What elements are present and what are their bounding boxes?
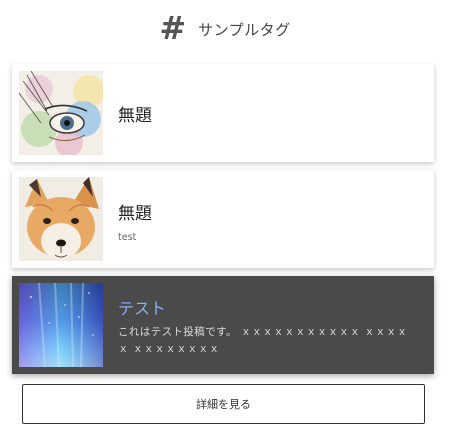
post-thumbnail bbox=[19, 177, 103, 261]
post-title: 無題 bbox=[118, 204, 152, 224]
post-title: 無題 bbox=[118, 106, 152, 126]
post-card[interactable]: 無題 test bbox=[12, 170, 434, 268]
post-description: test bbox=[118, 232, 137, 243]
view-details-button[interactable]: 詳細を見る bbox=[22, 384, 425, 424]
post-title: テスト bbox=[118, 299, 167, 318]
post-thumbnail bbox=[19, 283, 103, 367]
post-card[interactable]: 無題 bbox=[12, 64, 434, 162]
hash-icon: # bbox=[159, 9, 187, 47]
post-description: これはテスト投稿です。 ｘｘｘｘｘｘｘｘｘｘｘ ｘｘｘｘｘ ｘｘｘｘｘｘｘｘ bbox=[118, 326, 408, 355]
tag-header: # サンプルタグ bbox=[0, 10, 450, 48]
post-thumbnail bbox=[19, 71, 103, 155]
post-card-active[interactable]: テスト これはテスト投稿です。 ｘｘｘｘｘｘｘｘｘｘｘ ｘｘｘｘｘ ｘｘｘｘｘｘ… bbox=[12, 276, 434, 374]
tag-name: サンプルタグ bbox=[198, 20, 291, 39]
